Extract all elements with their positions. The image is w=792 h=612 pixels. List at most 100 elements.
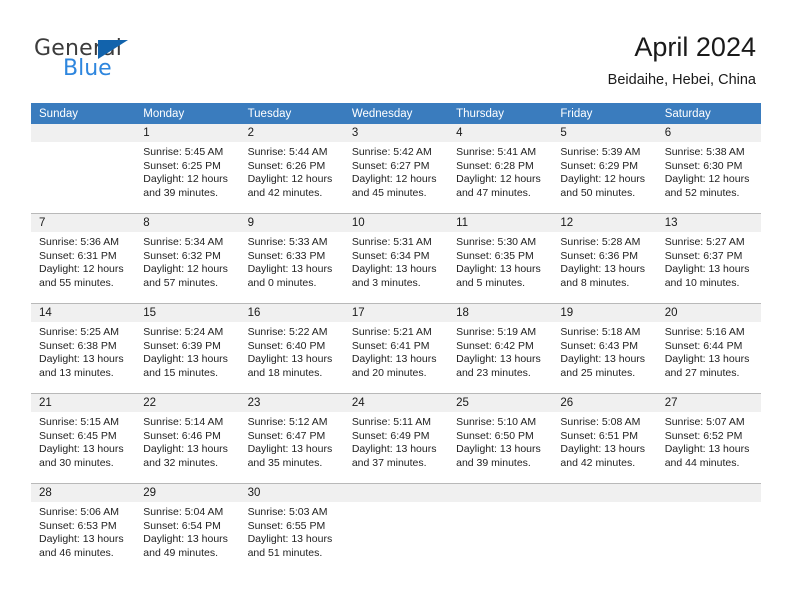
calendar-day-cell[interactable]: 17 Sunrise: 5:21 AM Sunset: 6:41 PM Dayligh… <box>343 304 449 393</box>
general-blue-logo[interactable]: General Blue <box>34 36 214 88</box>
daylight-text-line1: Daylight: 13 hours <box>664 443 750 456</box>
calendar-day-cell[interactable]: 20 Sunrise: 5:16 AM Sunset: 6:44 PM Dayligh… <box>656 304 761 393</box>
daylight-text-line2: and 50 minutes. <box>560 186 636 199</box>
sunrise-text: Sunrise: 5:03 AM <box>247 506 328 518</box>
daylight-text-line1: Daylight: 12 hours <box>143 263 228 276</box>
sunrise-text: Sunrise: 5:38 AM <box>664 146 745 158</box>
calendar-day-cell[interactable]: 12 Sunrise: 5:28 AM Sunset: 6:36 PM Dayligh… <box>552 214 657 303</box>
day-sun-info: Sunrise: 5:04 AM Sunset: 6:54 PM Daylight:… <box>135 502 239 560</box>
sunrise-text: Sunrise: 5:27 AM <box>664 236 745 248</box>
sunrise-text: Sunrise: 5:42 AM <box>351 146 432 158</box>
day-number: 11 <box>448 214 553 232</box>
calendar-day-cell[interactable]: 8 Sunrise: 5:34 AM Sunset: 6:32 PM Daylight… <box>135 214 240 303</box>
day-number: 13 <box>656 214 761 232</box>
day-number: 4 <box>448 124 553 142</box>
calendar-day-cell[interactable]: 27 Sunrise: 5:07 AM Sunset: 6:52 PM Dayligh… <box>656 394 761 483</box>
calendar-day-cell[interactable]: 30 Sunrise: 5:03 AM Sunset: 6:55 PM Dayligh… <box>239 484 344 573</box>
calendar-day-cell[interactable]: 23 Sunrise: 5:12 AM Sunset: 6:47 PM Dayligh… <box>239 394 344 483</box>
calendar-day-cell[interactable]: 14 Sunrise: 5:25 AM Sunset: 6:38 PM Dayligh… <box>31 304 136 393</box>
calendar-day-cell[interactable]: 6 Sunrise: 5:38 AM Sunset: 6:30 PM Daylight… <box>656 124 761 213</box>
daylight-text-line1: Daylight: 13 hours <box>351 263 437 276</box>
daylight-text-line1: Daylight: 13 hours <box>247 353 333 366</box>
day-sun-info: Sunrise: 5:14 AM Sunset: 6:46 PM Daylight:… <box>135 412 239 470</box>
calendar-day-cell[interactable]: 11 Sunrise: 5:30 AM Sunset: 6:35 PM Dayligh… <box>448 214 553 303</box>
sunset-text: Sunset: 6:28 PM <box>456 159 534 172</box>
sunset-text: Sunset: 6:32 PM <box>143 249 221 262</box>
calendar-day-cell[interactable]: 21 Sunrise: 5:15 AM Sunset: 6:45 PM Dayligh… <box>31 394 136 483</box>
calendar-day-cell[interactable]: 29 Sunrise: 5:04 AM Sunset: 6:54 PM Dayligh… <box>135 484 240 573</box>
daylight-text-line1: Daylight: 13 hours <box>143 443 228 456</box>
day-number: 30 <box>239 484 344 502</box>
day-sun-info: Sunrise: 5:19 AM Sunset: 6:42 PM Daylight:… <box>448 322 552 380</box>
day-sun-info: Sunrise: 5:21 AM Sunset: 6:41 PM Daylight:… <box>344 322 448 380</box>
day-sun-info: Sunrise: 5:11 AM Sunset: 6:49 PM Daylight:… <box>344 412 448 470</box>
day-sun-info: Sunrise: 5:10 AM Sunset: 6:50 PM Daylight:… <box>448 412 552 470</box>
sunrise-text: Sunrise: 5:25 AM <box>39 326 119 338</box>
day-number: 18 <box>448 304 553 322</box>
sunset-text: Sunset: 6:42 PM <box>456 339 534 352</box>
day-sun-info: Sunrise: 5:38 AM Sunset: 6:30 PM Daylight:… <box>657 142 761 200</box>
sunrise-text: Sunrise: 5:06 AM <box>39 506 119 518</box>
calendar-day-cell[interactable]: 5 Sunrise: 5:39 AM Sunset: 6:29 PM Daylight… <box>552 124 657 213</box>
day-number: 21 <box>31 394 136 412</box>
calendar-day-cell[interactable]: 9 Sunrise: 5:33 AM Sunset: 6:33 PM Daylight… <box>239 214 344 303</box>
calendar-day-cell[interactable]: 15 Sunrise: 5:24 AM Sunset: 6:39 PM Dayligh… <box>135 304 240 393</box>
calendar-day-cell[interactable]: 4 Sunrise: 5:41 AM Sunset: 6:28 PM Daylight… <box>448 124 553 213</box>
weekday-monday: Monday <box>143 108 185 120</box>
sunset-text: Sunset: 6:45 PM <box>39 429 117 442</box>
weekday-friday: Friday <box>560 108 593 120</box>
day-number: 2 <box>239 124 344 142</box>
day-sun-info: Sunrise: 5:30 AM Sunset: 6:35 PM Daylight:… <box>448 232 552 290</box>
sunset-text: Sunset: 6:41 PM <box>351 339 430 352</box>
calendar-day-cell[interactable]: 26 Sunrise: 5:08 AM Sunset: 6:51 PM Dayligh… <box>552 394 657 483</box>
calendar-day-empty <box>656 484 761 573</box>
day-number: 1 <box>135 124 240 142</box>
day-sun-info: Sunrise: 5:34 AM Sunset: 6:32 PM Daylight:… <box>135 232 239 290</box>
location-subtitle: Beidaihe, Hebei, China <box>607 72 756 88</box>
page-header: General Blue April 2024 Beidaihe, Hebei,… <box>0 0 792 100</box>
sunset-text: Sunset: 6:40 PM <box>247 339 326 352</box>
daylight-text-line2: and 35 minutes. <box>247 456 323 469</box>
day-number: 20 <box>656 304 761 322</box>
calendar-day-cell[interactable]: 3 Sunrise: 5:42 AM Sunset: 6:27 PM Daylight… <box>343 124 449 213</box>
day-sun-info: Sunrise: 5:27 AM Sunset: 6:37 PM Daylight:… <box>657 232 761 290</box>
sunrise-text: Sunrise: 5:14 AM <box>143 416 224 428</box>
daylight-text-line2: and 30 minutes. <box>39 456 114 469</box>
daylight-text-line2: and 8 minutes. <box>560 276 630 289</box>
calendar-day-cell[interactable]: 19 Sunrise: 5:18 AM Sunset: 6:43 PM Dayligh… <box>552 304 657 393</box>
calendar-day-cell[interactable]: 1 Sunrise: 5:45 AM Sunset: 6:25 PM Daylight… <box>135 124 240 213</box>
daylight-text-line2: and 55 minutes. <box>39 276 114 289</box>
day-number <box>31 124 136 142</box>
day-number: 25 <box>448 394 553 412</box>
day-sun-info: Sunrise: 5:42 AM Sunset: 6:27 PM Daylight:… <box>344 142 448 200</box>
calendar-day-cell[interactable]: 2 Sunrise: 5:44 AM Sunset: 6:26 PM Daylight… <box>239 124 344 213</box>
calendar-day-cell[interactable]: 28 Sunrise: 5:06 AM Sunset: 6:53 PM Dayligh… <box>31 484 136 573</box>
daylight-text-line2: and 51 minutes. <box>247 546 323 559</box>
calendar-day-cell[interactable]: 16 Sunrise: 5:22 AM Sunset: 6:40 PM Dayligh… <box>239 304 344 393</box>
weekday-saturday: Saturday <box>664 108 711 120</box>
daylight-text-line1: Daylight: 12 hours <box>560 173 646 186</box>
calendar-day-cell[interactable]: 10 Sunrise: 5:31 AM Sunset: 6:34 PM Dayligh… <box>343 214 449 303</box>
calendar-day-cell[interactable]: 18 Sunrise: 5:19 AM Sunset: 6:42 PM Dayligh… <box>448 304 553 393</box>
daylight-text-line1: Daylight: 13 hours <box>560 263 646 276</box>
calendar-day-cell[interactable]: 13 Sunrise: 5:27 AM Sunset: 6:37 PM Dayligh… <box>656 214 761 303</box>
calendar-week-row: 28 Sunrise: 5:06 AM Sunset: 6:53 PM Dayligh… <box>31 483 761 573</box>
daylight-text-line1: Daylight: 12 hours <box>456 173 541 186</box>
calendar-week-row: 14 Sunrise: 5:25 AM Sunset: 6:38 PM Dayligh… <box>31 303 761 393</box>
day-number: 14 <box>31 304 136 322</box>
daylight-text-line1: Daylight: 13 hours <box>456 263 541 276</box>
day-number: 22 <box>135 394 240 412</box>
sunrise-text: Sunrise: 5:18 AM <box>560 326 641 338</box>
calendar-day-cell[interactable]: 25 Sunrise: 5:10 AM Sunset: 6:50 PM Dayligh… <box>448 394 553 483</box>
daylight-text-line1: Daylight: 13 hours <box>143 533 228 546</box>
day-sun-info: Sunrise: 5:39 AM Sunset: 6:29 PM Daylight:… <box>552 142 656 200</box>
day-number <box>656 484 761 502</box>
logo-text-blue: Blue <box>63 56 112 81</box>
calendar-day-cell[interactable]: 24 Sunrise: 5:11 AM Sunset: 6:49 PM Dayligh… <box>343 394 449 483</box>
calendar-page: General Blue April 2024 Beidaihe, Hebei,… <box>0 0 792 612</box>
sunrise-text: Sunrise: 5:19 AM <box>456 326 537 338</box>
calendar-day-cell[interactable]: 7 Sunrise: 5:36 AM Sunset: 6:31 PM Daylight… <box>31 214 136 303</box>
calendar-day-cell[interactable]: 22 Sunrise: 5:14 AM Sunset: 6:46 PM Dayligh… <box>135 394 240 483</box>
sunrise-text: Sunrise: 5:45 AM <box>143 146 224 158</box>
sunrise-text: Sunrise: 5:22 AM <box>247 326 328 338</box>
